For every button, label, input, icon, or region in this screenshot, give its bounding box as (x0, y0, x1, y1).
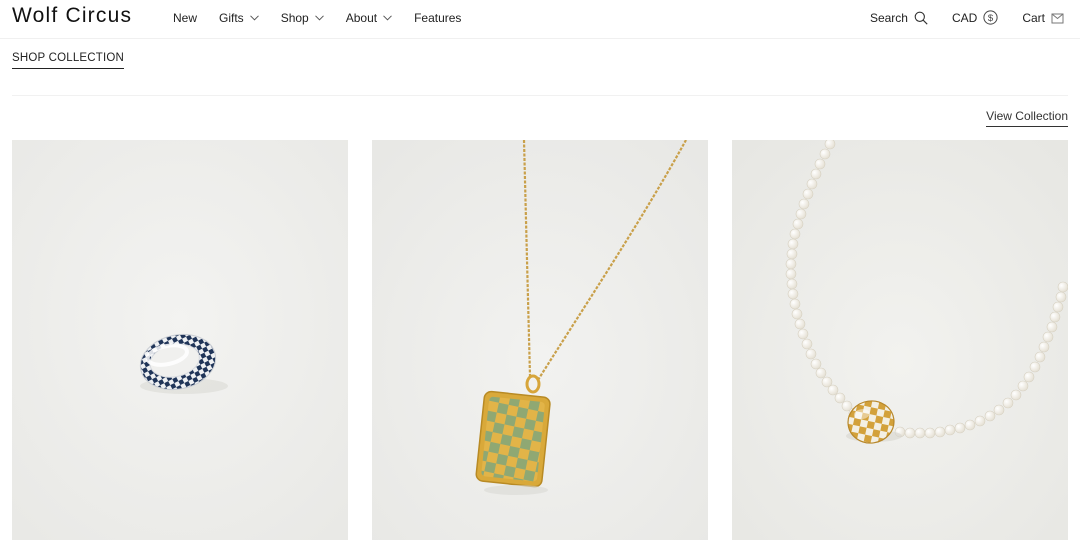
nav-item-features[interactable]: Features (414, 11, 461, 25)
svg-text:$: $ (988, 13, 994, 24)
main-nav: New Gifts Shop About Features (173, 11, 483, 25)
site-header: Wolf Circus New Gifts Shop About Feature… (0, 0, 1080, 39)
chevron-down-icon (249, 15, 259, 21)
nav-item-new[interactable]: New (173, 11, 197, 25)
product-card[interactable] (732, 140, 1068, 540)
search-label: Search (869, 10, 908, 25)
nav-item-label: About (345, 11, 378, 25)
product-card[interactable] (12, 140, 348, 540)
cart-button[interactable]: Cart (1022, 11, 1064, 25)
checkered-ring-image (12, 140, 348, 540)
search-button[interactable]: Search (870, 11, 928, 25)
brand-logo[interactable]: Wolf Circus (12, 4, 132, 28)
utility-nav: Search CAD $ Cart (846, 10, 1064, 25)
search-icon (914, 11, 928, 25)
nav-item-shop[interactable]: Shop (281, 11, 324, 25)
view-collection-link[interactable]: View Collection (986, 109, 1068, 127)
section-divider (12, 95, 1068, 96)
shop-collection-link[interactable]: SHOP COLLECTION (12, 52, 125, 69)
chevron-down-icon (383, 15, 392, 21)
nav-item-gifts[interactable]: Gifts (219, 11, 259, 25)
nav-item-label: Shop (280, 11, 309, 25)
pearl-necklace-checkered-bead-image (732, 140, 1068, 540)
cart-label: Cart (1022, 10, 1045, 25)
nav-item-about[interactable]: About (346, 11, 392, 25)
currency-selector[interactable]: CAD $ (952, 10, 998, 25)
product-card[interactable] (372, 140, 708, 540)
nav-item-label: Gifts (219, 11, 244, 25)
currency-label: CAD (951, 10, 978, 25)
dollar-icon: $ (983, 10, 998, 25)
nav-item-label: New (173, 11, 198, 25)
chevron-down-icon (314, 15, 324, 21)
checkered-pendant-necklace-image (372, 140, 708, 540)
cart-bag-icon (1051, 13, 1064, 24)
nav-item-label: Features (414, 11, 462, 25)
